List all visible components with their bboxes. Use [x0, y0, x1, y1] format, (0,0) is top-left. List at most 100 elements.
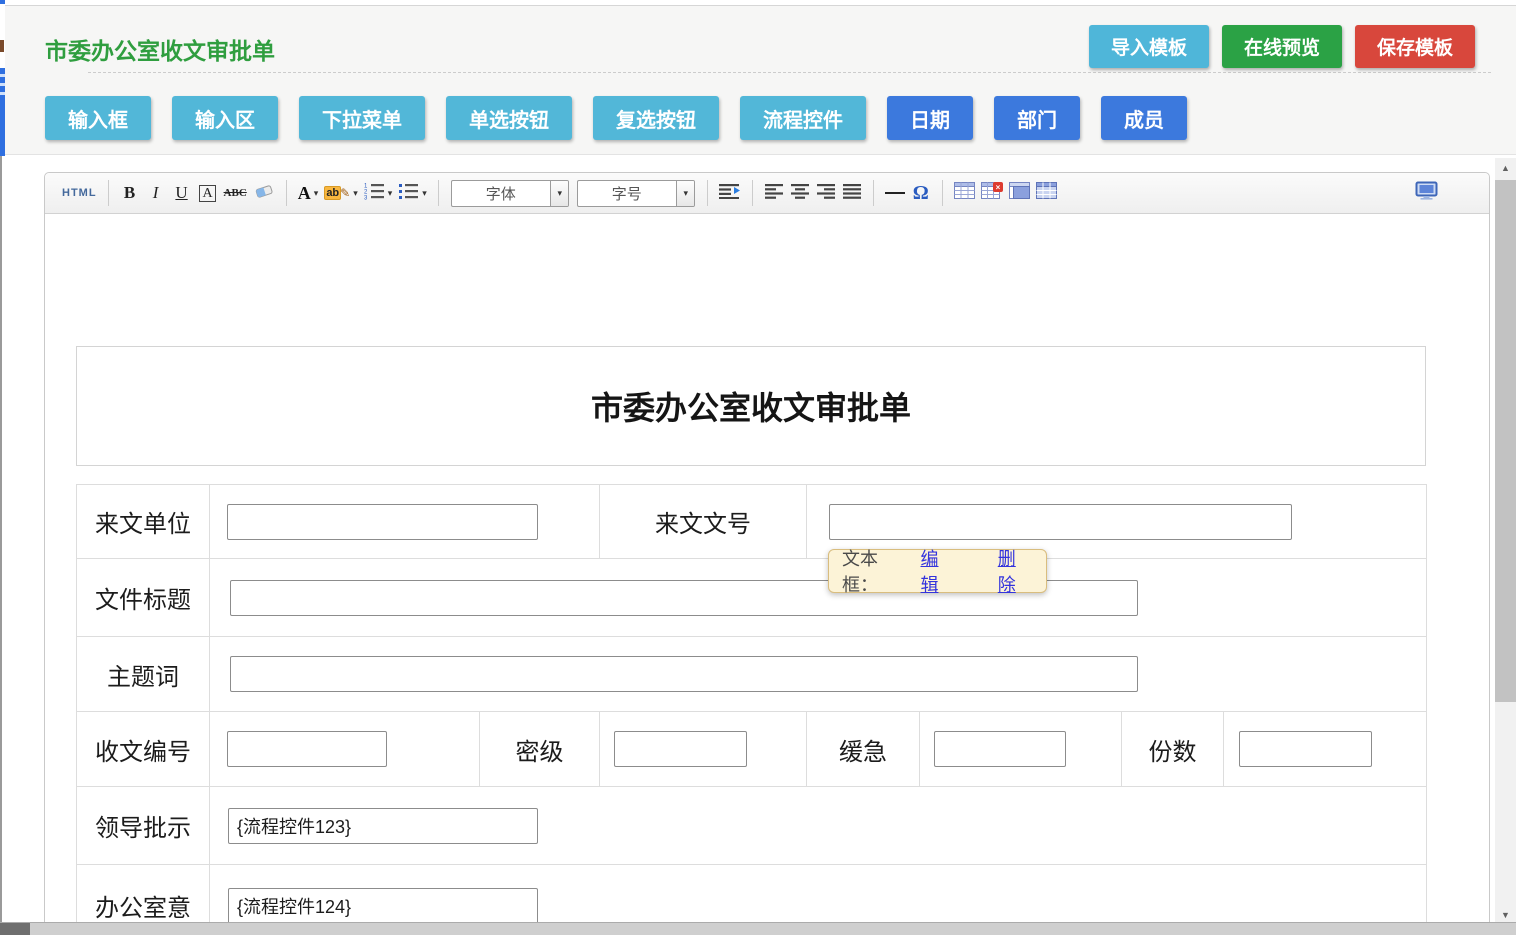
header-divider: [88, 72, 1491, 73]
chevron-down-icon: ▾: [558, 188, 563, 199]
format-box-button[interactable]: A: [195, 178, 221, 208]
font-family-select[interactable]: 字体 ▾: [451, 180, 569, 207]
label-doc-title: 文件标题: [77, 559, 210, 637]
eraser-icon: [253, 182, 275, 205]
widget-dropdown-button[interactable]: 下拉菜单: [299, 96, 425, 140]
toolbar-separator: [752, 180, 753, 206]
urgency-input[interactable]: [934, 731, 1066, 767]
chevron-down-icon: ▾: [684, 188, 689, 199]
omega-icon: Ω: [913, 182, 929, 205]
horizontal-rule-button[interactable]: [882, 178, 908, 208]
align-left-icon: [765, 183, 783, 204]
format-box-glyph: A: [199, 185, 215, 202]
table-properties-icon: [1009, 182, 1030, 204]
svg-text:3: 3: [364, 195, 368, 200]
keywords-input[interactable]: [230, 656, 1138, 692]
header-card: 市委办公室收文审批单 导入模板 在线预览 保存模板 输入框 输入区 下拉菜单 单…: [5, 5, 1516, 155]
label-doc-number: 来文文号: [600, 485, 807, 559]
font-family-label: 字体: [452, 181, 550, 206]
widget-checkbox-button[interactable]: 复选按钮: [593, 96, 719, 140]
ordered-list-button[interactable]: 1 2 3 ▾: [361, 178, 396, 208]
label-receipt-number: 收文编号: [77, 712, 210, 787]
align-justify-button[interactable]: [839, 178, 865, 208]
table-row: 文件标题: [77, 559, 1427, 637]
combo-dropdown-button[interactable]: ▾: [550, 181, 568, 206]
label-copies: 份数: [1122, 712, 1224, 787]
table-row: 来文单位 来文文号: [77, 485, 1427, 559]
unordered-list-icon: [398, 182, 419, 205]
font-size-label: 字号: [578, 181, 676, 206]
align-center-icon: [791, 183, 809, 204]
chevron-down-icon: ▾: [314, 188, 319, 199]
table-properties-button[interactable]: [1006, 178, 1033, 208]
edge-brown-sliver: [0, 40, 4, 52]
widget-input-box-button[interactable]: 输入框: [45, 96, 151, 140]
bold-glyph: B: [124, 183, 135, 203]
delete-table-button[interactable]: ×: [978, 178, 1006, 208]
cell-receipt-number: [210, 712, 480, 787]
underline-glyph: U: [175, 183, 187, 203]
toolbar-separator: [707, 180, 708, 206]
import-template-button[interactable]: 导入模板: [1089, 25, 1209, 68]
html-source-label: HTML: [62, 187, 97, 199]
indent-button[interactable]: [716, 178, 744, 208]
edge-blue-block: [0, 68, 5, 156]
cell-doc-title: [210, 559, 1427, 637]
online-preview-button[interactable]: 在线预览: [1222, 25, 1342, 68]
vertical-scrollbar[interactable]: ▲ ▼: [1495, 158, 1516, 935]
edge-gray-line: [0, 156, 2, 922]
widget-member-button[interactable]: 成员: [1101, 96, 1187, 140]
align-center-button[interactable]: [787, 178, 813, 208]
fullscreen-preview-button[interactable]: [1412, 178, 1441, 208]
bold-button[interactable]: B: [117, 178, 143, 208]
secrecy-input[interactable]: [614, 731, 747, 767]
align-left-button[interactable]: [761, 178, 787, 208]
office-opinion-input[interactable]: [228, 888, 538, 924]
leader-comments-input[interactable]: [228, 808, 538, 844]
cell-secrecy: [600, 712, 807, 787]
font-size-select[interactable]: 字号 ▾: [577, 180, 695, 207]
widget-radio-button[interactable]: 单选按钮: [446, 96, 572, 140]
scrollbar-thumb[interactable]: [1495, 180, 1516, 702]
chevron-down-icon: ▾: [388, 188, 393, 199]
scroll-up-icon[interactable]: ▲: [1495, 158, 1516, 178]
save-template-button[interactable]: 保存模板: [1355, 25, 1475, 68]
align-right-button[interactable]: [813, 178, 839, 208]
copies-input[interactable]: [1239, 731, 1372, 767]
delete-table-icon: ×: [981, 182, 1003, 204]
font-color-button[interactable]: A ▾: [295, 178, 322, 208]
html-source-button[interactable]: HTML: [59, 178, 100, 208]
label-source-unit: 来文单位: [77, 485, 210, 559]
label-leader-comments: 领导批示: [77, 787, 210, 865]
bottom-window-band: [0, 922, 1516, 935]
insert-table-button[interactable]: [951, 178, 978, 208]
special-char-button[interactable]: Ω: [908, 178, 934, 208]
source-unit-input[interactable]: [227, 504, 538, 540]
highlight-glyph: ab: [324, 186, 341, 200]
widget-date-button[interactable]: 日期: [887, 96, 973, 140]
table-row: 主题词: [77, 637, 1427, 712]
highlight-color-button[interactable]: ab ✎ ▾: [321, 178, 360, 208]
strikethrough-button[interactable]: ABC: [221, 178, 250, 208]
monitor-icon: [1415, 181, 1438, 205]
widget-toolbar: 输入框 输入区 下拉菜单 单选按钮 复选按钮 流程控件 日期 部门 成员: [45, 96, 1187, 140]
tooltip-delete-link[interactable]: 删除: [998, 545, 1033, 597]
editor-toolbar: HTML B I U A ABC A: [45, 173, 1489, 214]
italic-button[interactable]: I: [143, 178, 169, 208]
widget-department-button[interactable]: 部门: [994, 96, 1080, 140]
tooltip-edit-link[interactable]: 编辑: [921, 545, 956, 597]
label-urgency: 缓急: [807, 712, 920, 787]
toolbar-separator: [942, 180, 943, 206]
eraser-button[interactable]: [250, 178, 278, 208]
widget-flow-control-button[interactable]: 流程控件: [740, 96, 866, 140]
editor-content[interactable]: 市委办公室收文审批单 来文单位 来文文号: [45, 214, 1489, 935]
receipt-number-input[interactable]: [227, 731, 387, 767]
combo-dropdown-button[interactable]: ▾: [676, 181, 694, 206]
cell-properties-button[interactable]: [1033, 178, 1060, 208]
tooltip-label: 文本框：: [842, 545, 913, 597]
svg-text:×: ×: [995, 183, 1000, 192]
unordered-list-button[interactable]: ▾: [395, 178, 430, 208]
widget-textarea-button[interactable]: 输入区: [172, 96, 278, 140]
doc-number-input[interactable]: [829, 504, 1292, 540]
underline-button[interactable]: U: [169, 178, 195, 208]
